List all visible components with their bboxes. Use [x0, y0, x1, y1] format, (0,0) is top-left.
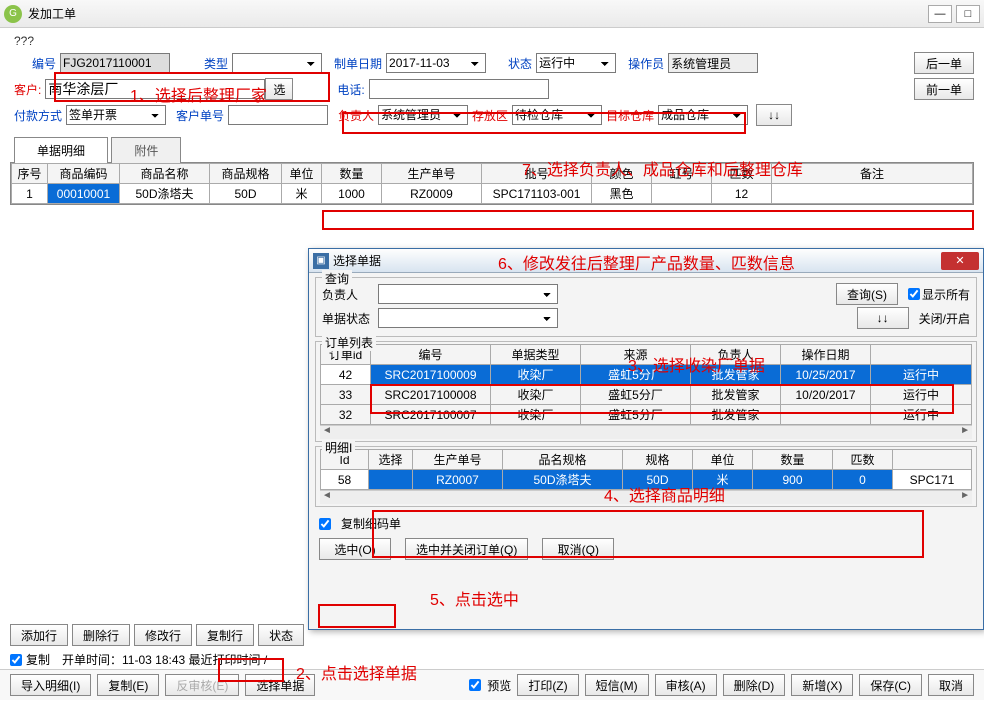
field-status[interactable]: 运行中: [536, 53, 616, 73]
field-type[interactable]: [232, 53, 322, 73]
toggle-label[interactable]: 关闭/开启: [919, 310, 970, 327]
dlg-status-label: 单据状态: [322, 310, 378, 327]
print-button[interactable]: 打印(Z): [517, 674, 578, 696]
subtitle: ???: [10, 32, 974, 50]
copy-button[interactable]: 复制(E): [97, 674, 159, 696]
label-date: 制单日期: [330, 55, 386, 72]
dlg-select-button[interactable]: 选中(O): [319, 538, 391, 560]
order-row[interactable]: 33SRC2017100008收染厂盛虹5分厂批发管家10/20/2017运行中: [321, 385, 972, 405]
copy-checkbox[interactable]: [10, 654, 22, 666]
select-bill-button[interactable]: 选择单据: [245, 674, 315, 696]
dlg-resp-select[interactable]: [378, 284, 558, 304]
nav-next-button[interactable]: 后一单: [914, 52, 974, 74]
dialog-title: 选择单据: [333, 252, 381, 269]
import-button[interactable]: 导入明细(I): [10, 674, 91, 696]
del-row-button[interactable]: 删除行: [72, 624, 130, 646]
field-date[interactable]: 2017-11-03: [386, 53, 486, 73]
label-type: 类型: [200, 55, 232, 72]
main-grid[interactable]: 序号商品编码商品名称商品规格单位数量生产单号批号颜色缸号匹数备注 1000100…: [11, 163, 973, 204]
tabs: 单据明细 附件: [14, 136, 984, 162]
order-scrollbar[interactable]: [320, 425, 972, 439]
detail-fieldset: 明细I Id选择生产单号品名规格规格单位数量匹数 58 RZ0007 50D涤塔…: [315, 446, 977, 507]
copy-detail-label: 复制细码单: [341, 515, 401, 532]
app-icon: G: [4, 5, 22, 23]
detail-scrollbar[interactable]: [320, 490, 972, 504]
order-grid-header: 订单id编号单据类型来源负责人操作日期: [321, 345, 972, 365]
field-customer[interactable]: [45, 79, 265, 99]
order-grid[interactable]: 订单id编号单据类型来源负责人操作日期 42SRC2017100009收染厂盛虹…: [320, 344, 972, 425]
sort-button[interactable]: ↓↓: [756, 104, 792, 126]
tab-attachment[interactable]: 附件: [111, 137, 181, 163]
label-custno: 客户单号: [172, 107, 228, 124]
save-button[interactable]: 保存(C): [859, 674, 922, 696]
show-all-label: 显示所有: [922, 286, 970, 303]
label-pay: 付款方式: [10, 107, 66, 124]
field-target[interactable]: 成品仓库: [658, 105, 748, 125]
new-button[interactable]: 新增(X): [791, 674, 853, 696]
label-target: 目标仓库: [602, 107, 658, 124]
dlg-select-close-button[interactable]: 选中并关闭订单(Q): [405, 538, 528, 560]
show-all-checkbox[interactable]: [908, 288, 920, 300]
field-operator: [668, 53, 758, 73]
dialog-icon: ▣: [313, 253, 329, 269]
maximize-button[interactable]: □: [956, 5, 980, 23]
bottom-toolbar: 导入明细(I) 复制(E) 反审核(E) 选择单据 预览 打印(Z) 短信(M)…: [0, 669, 984, 700]
sort-button-2[interactable]: ↓↓: [857, 307, 909, 329]
dialog-close-button[interactable]: ✕: [941, 252, 979, 270]
delete-button[interactable]: 删除(D): [723, 674, 786, 696]
dlg-resp-label: 负责人: [322, 286, 378, 303]
label-phone: 电话:: [333, 81, 368, 98]
audit-button[interactable]: 审核(A): [655, 674, 717, 696]
mod-row-button[interactable]: 修改行: [134, 624, 192, 646]
query-fieldset: 查询 负责人 查询(S) 显示所有 单据状态 ↓↓ 关闭/开启: [315, 277, 977, 337]
label-resp: 负责人: [334, 107, 378, 124]
label-status: 状态: [504, 55, 536, 72]
query-button[interactable]: 查询(S): [836, 283, 898, 305]
copy-detail-checkbox[interactable]: [319, 518, 331, 530]
cancel-button[interactable]: 取消: [928, 674, 974, 696]
field-no: [60, 53, 170, 73]
add-row-button[interactable]: 添加行: [10, 624, 68, 646]
minimize-button[interactable]: —: [928, 5, 952, 23]
detail-grid-header: Id选择生产单号品名规格规格单位数量匹数: [321, 450, 972, 470]
main-grid-row[interactable]: 10001000150D涤塔夫50D米1000RZ0009SPC171103-0…: [12, 184, 973, 204]
field-custno[interactable]: [228, 105, 328, 125]
detail-row[interactable]: 58 RZ0007 50D涤塔夫 50D 米 900 0 SPC171: [321, 470, 972, 490]
preview-label: 预览: [487, 677, 511, 694]
field-resp[interactable]: 系统管理员: [378, 105, 468, 125]
dlg-cancel-button[interactable]: 取消(Q): [542, 538, 614, 560]
state-button[interactable]: 状态: [258, 624, 304, 646]
label-operator: 操作员: [624, 55, 668, 72]
window-titlebar: G 发加工单 — □: [0, 0, 984, 28]
window-title: 发加工单: [28, 5, 76, 22]
sms-button[interactable]: 短信(M): [585, 674, 649, 696]
open-time: 开单时间：11-03 18:43 最近打印时间 /: [62, 651, 267, 668]
dialog-titlebar: ▣ 选择单据 ✕: [309, 249, 983, 273]
detail-grid[interactable]: Id选择生产单号品名规格规格单位数量匹数 58 RZ0007 50D涤塔夫 50…: [320, 449, 972, 490]
annot-box-6a: [322, 210, 974, 230]
field-phone[interactable]: [369, 79, 549, 99]
field-pay[interactable]: 签单开票: [66, 105, 166, 125]
preview-checkbox[interactable]: [469, 679, 481, 691]
select-bill-dialog: ▣ 选择单据 ✕ 查询 负责人 查询(S) 显示所有 单据状态 ↓↓ 关闭/开启…: [308, 248, 984, 630]
copy-label: 复制: [26, 651, 50, 668]
dlg-status-select[interactable]: [378, 308, 558, 328]
main-grid-header: 序号商品编码商品名称商品规格单位数量生产单号批号颜色缸号匹数备注: [12, 164, 973, 184]
copy-row-button[interactable]: 复制行: [196, 624, 254, 646]
order-row[interactable]: 32SRC2017100007收染厂盛虹5分厂批发管家运行中: [321, 405, 972, 425]
label-store: 存放区: [468, 107, 512, 124]
form-header: ??? 编号 类型 制单日期 2017-11-03 状态 运行中 操作员 后一单…: [0, 28, 984, 130]
field-store[interactable]: 待检仓库: [512, 105, 602, 125]
tab-detail[interactable]: 单据明细: [14, 137, 108, 163]
orderlist-fieldset: 订单列表 订单id编号单据类型来源负责人操作日期 42SRC2017100009…: [315, 341, 977, 442]
order-row[interactable]: 42SRC2017100009收染厂盛虹5分厂批发管家10/25/2017运行中: [321, 365, 972, 385]
label-no: 编号: [28, 55, 60, 72]
customer-select-button[interactable]: 选: [265, 78, 293, 100]
nav-prev-button[interactable]: 前一单: [914, 78, 974, 100]
unaudit-button[interactable]: 反审核(E): [165, 674, 239, 696]
label-customer: 客户:: [10, 81, 45, 98]
